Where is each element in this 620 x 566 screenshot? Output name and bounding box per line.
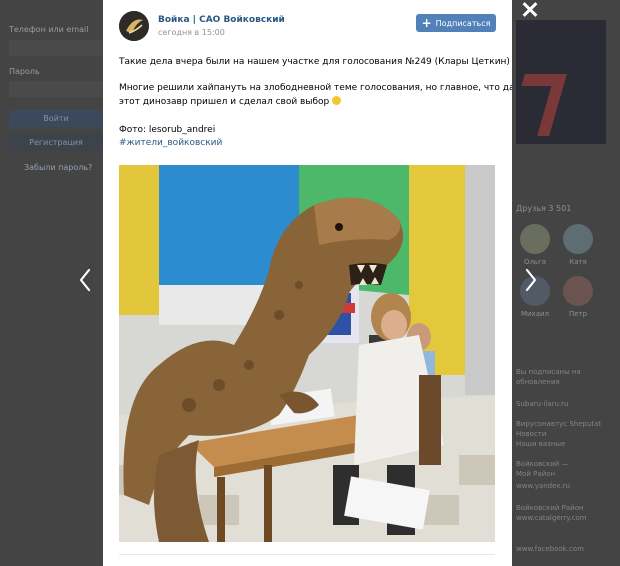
side-text: Новости bbox=[516, 430, 547, 438]
chevron-right-icon[interactable] bbox=[524, 268, 538, 292]
post-card: Войка | САО Войковский сегодня в 15:00 +… bbox=[103, 0, 512, 566]
side-text: Наши вазные bbox=[516, 440, 566, 448]
password-label: Пароль bbox=[9, 67, 40, 76]
wink-emoji-icon bbox=[332, 96, 342, 105]
post-time[interactable]: сегодня в 15:00 bbox=[158, 28, 225, 37]
friend-avatar bbox=[520, 224, 550, 254]
friend-avatar bbox=[563, 224, 593, 254]
divider bbox=[119, 554, 495, 555]
friend-name: Петр bbox=[568, 310, 588, 318]
background-banner bbox=[516, 20, 606, 144]
friend-name: Михаил bbox=[520, 310, 550, 318]
friend-name: Катя bbox=[569, 258, 587, 266]
phone-input bbox=[9, 40, 103, 56]
close-icon[interactable] bbox=[520, 0, 542, 18]
subscribe-label: Подписаться bbox=[435, 18, 491, 28]
login-button: Войти bbox=[9, 110, 103, 127]
side-text: www.facebook.com bbox=[516, 545, 584, 553]
post-photo[interactable] bbox=[119, 165, 495, 542]
post-text-line: этот динозавр пришел и сделал свой выбор bbox=[119, 95, 342, 109]
side-text: Войковский — bbox=[516, 460, 569, 468]
side-text: www.yandex.ru bbox=[516, 482, 570, 490]
plus-icon: + bbox=[421, 16, 432, 30]
side-text: www.catalgerry.com bbox=[516, 514, 587, 522]
subscribe-button[interactable]: + Подписаться bbox=[416, 14, 496, 32]
community-avatar[interactable] bbox=[119, 11, 149, 41]
post-text-line: Многие решили хайпануть на злободневной … bbox=[119, 83, 512, 93]
register-button: Регистрация bbox=[9, 134, 103, 151]
friend-avatar bbox=[563, 276, 593, 306]
side-text: Войковский Район bbox=[516, 504, 584, 512]
post-author-link[interactable]: Войка | САО Войковский bbox=[158, 15, 285, 25]
side-text: Вирусонавтус Sheputat bbox=[516, 420, 602, 428]
phone-label: Телефон или email bbox=[9, 25, 89, 34]
friend-name: Ольга bbox=[523, 258, 547, 266]
post-text-line: Такие дела вчера были на нашем участке д… bbox=[119, 55, 512, 69]
chevron-left-icon[interactable] bbox=[78, 268, 92, 292]
hashtag-link[interactable]: #жители_войковский bbox=[119, 138, 222, 148]
password-input bbox=[9, 81, 103, 97]
side-text: Вы подписаны на bbox=[516, 368, 581, 376]
forgot-password-link: Забыли пароль? bbox=[24, 163, 93, 172]
photo-credit: Фото: lesorub_andrei bbox=[119, 125, 216, 135]
side-text: обновления bbox=[516, 378, 560, 386]
side-text: Мой Район bbox=[516, 470, 556, 478]
friends-heading: Друзья 3 501 bbox=[516, 204, 572, 213]
side-text: Subaru-ilaru.ru bbox=[516, 400, 569, 408]
